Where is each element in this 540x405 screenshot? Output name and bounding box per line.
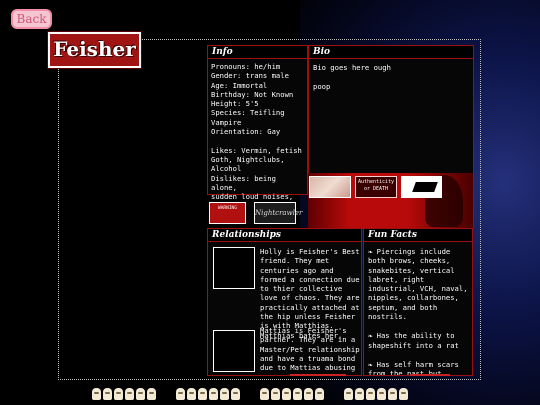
skull-group: [176, 388, 240, 405]
skull-icon: [260, 388, 269, 400]
bullet-icon: ❧: [368, 359, 377, 369]
skull-icon: [114, 388, 123, 400]
skull-border-decoration: [92, 388, 432, 405]
skull-icon: [103, 388, 112, 400]
fun-fact-text: Piercings include both brows, cheeks, sn…: [368, 247, 468, 322]
skull-icon: [355, 388, 364, 400]
skull-icon: [231, 388, 240, 400]
skull-icon: [399, 388, 408, 400]
relationships-scroll-indicator[interactable]: [290, 374, 346, 376]
back-button[interactable]: Back: [11, 9, 52, 29]
skull-icon: [388, 388, 397, 400]
skull-icon: [344, 388, 353, 400]
relationship-entry-mattias: Mattias is Feisher's partner. They are i…: [210, 326, 360, 372]
skull-group: [92, 388, 156, 405]
stamp-nightcrawler: Nightcrawler: [254, 202, 302, 224]
info-heading: Info: [208, 46, 307, 59]
bullet-icon: ❧: [368, 331, 377, 341]
fun-facts-panel: Fun Facts ❧ Piercings include both brows…: [363, 228, 473, 376]
stamp-image-1: [309, 176, 351, 198]
skull-group: [344, 388, 408, 405]
bio-heading: Bio: [309, 46, 473, 59]
fun-facts-scroll-indicator[interactable]: [410, 374, 450, 376]
fun-fact-item: ❧ Piercings include both brows, cheeks, …: [368, 247, 468, 321]
stamp-image-3: [401, 176, 442, 198]
skull-icon: [271, 388, 280, 400]
bio-text: Bio goes here ough poop: [313, 63, 391, 91]
skull-icon: [293, 388, 302, 400]
profile-name-title: Feisher: [48, 32, 141, 68]
skull-icon: [92, 388, 101, 400]
skull-icon: [147, 388, 156, 400]
skull-icon: [209, 388, 218, 400]
skull-icon: [366, 388, 375, 400]
skull-icon: [176, 388, 185, 400]
fun-fact-text: Has the ability to shapeshift into a rat: [368, 331, 459, 350]
stamp-graphic: [412, 182, 438, 192]
skull-group: [260, 388, 324, 405]
avatar-holly: [213, 247, 255, 289]
stamp-authenticity-or-death: Authenticity or DEATH: [355, 176, 397, 198]
relationships-heading: Relationships: [208, 229, 361, 242]
info-text: Pronouns: he/him Gender: trans male Age:…: [211, 62, 302, 210]
skull-icon: [198, 388, 207, 400]
skull-icon: [187, 388, 196, 400]
fun-fact-item: ❧ Has the ability to shapeshift into a r…: [368, 331, 468, 350]
fun-facts-list: ❧ Piercings include both brows, cheeks, …: [364, 242, 472, 375]
relationships-panel: Relationships Holly is Feisher's Best fr…: [207, 228, 362, 376]
skull-icon: [377, 388, 386, 400]
skull-icon: [220, 388, 229, 400]
bullet-icon: ❧: [368, 247, 377, 256]
info-panel: Info Pronouns: he/him Gender: trans male…: [207, 45, 308, 210]
stamp-warning: WARNING: [209, 202, 246, 224]
fun-facts-heading: Fun Facts: [364, 229, 472, 242]
skull-icon: [315, 388, 324, 400]
skull-icon: [282, 388, 291, 400]
skull-icon: [136, 388, 145, 400]
skull-icon: [304, 388, 313, 400]
skull-icon: [125, 388, 134, 400]
avatar-mattias: [213, 330, 255, 372]
